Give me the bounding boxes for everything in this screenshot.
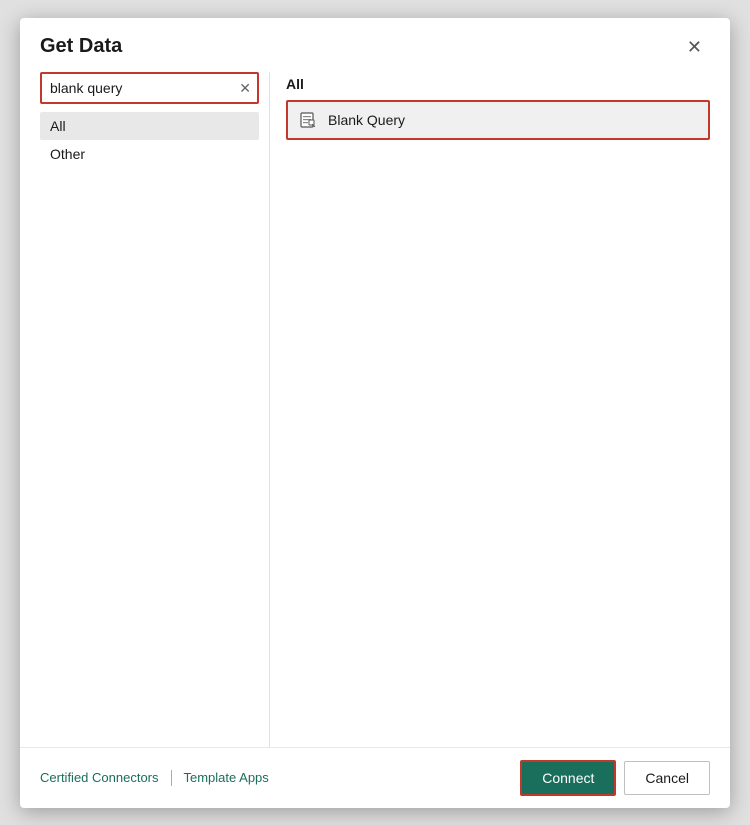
result-label-blank-query: Blank Query [328,112,405,128]
footer-links: Certified Connectors Template Apps [40,770,269,786]
dialog-body: ✕ All Other All [20,72,730,747]
result-item-blank-query[interactable]: Blank Query [286,100,710,140]
footer-buttons: Connect Cancel [520,760,710,796]
search-clear-button[interactable]: ✕ [237,79,253,97]
certified-connectors-link[interactable]: Certified Connectors [40,770,159,785]
cancel-button[interactable]: Cancel [624,761,710,795]
get-data-dialog: Get Data ✕ ✕ All Other All [20,18,730,808]
category-item-other[interactable]: Other [40,140,259,168]
dialog-title: Get Data [40,35,122,58]
connect-button[interactable]: Connect [520,760,616,796]
search-container: ✕ [40,72,259,104]
dialog-footer: Certified Connectors Template Apps Conne… [20,747,730,808]
right-panel: All Blank Query [270,72,710,747]
left-panel: ✕ All Other [40,72,270,747]
results-header: All [286,76,710,92]
search-input[interactable] [40,72,259,104]
dialog-header: Get Data ✕ [20,18,730,72]
template-apps-link[interactable]: Template Apps [184,770,269,785]
category-item-all[interactable]: All [40,112,259,140]
close-button[interactable]: ✕ [679,34,710,60]
results-list: Blank Query [286,100,710,142]
category-list: All Other [40,112,259,168]
footer-divider [171,770,172,786]
query-icon [298,110,318,130]
